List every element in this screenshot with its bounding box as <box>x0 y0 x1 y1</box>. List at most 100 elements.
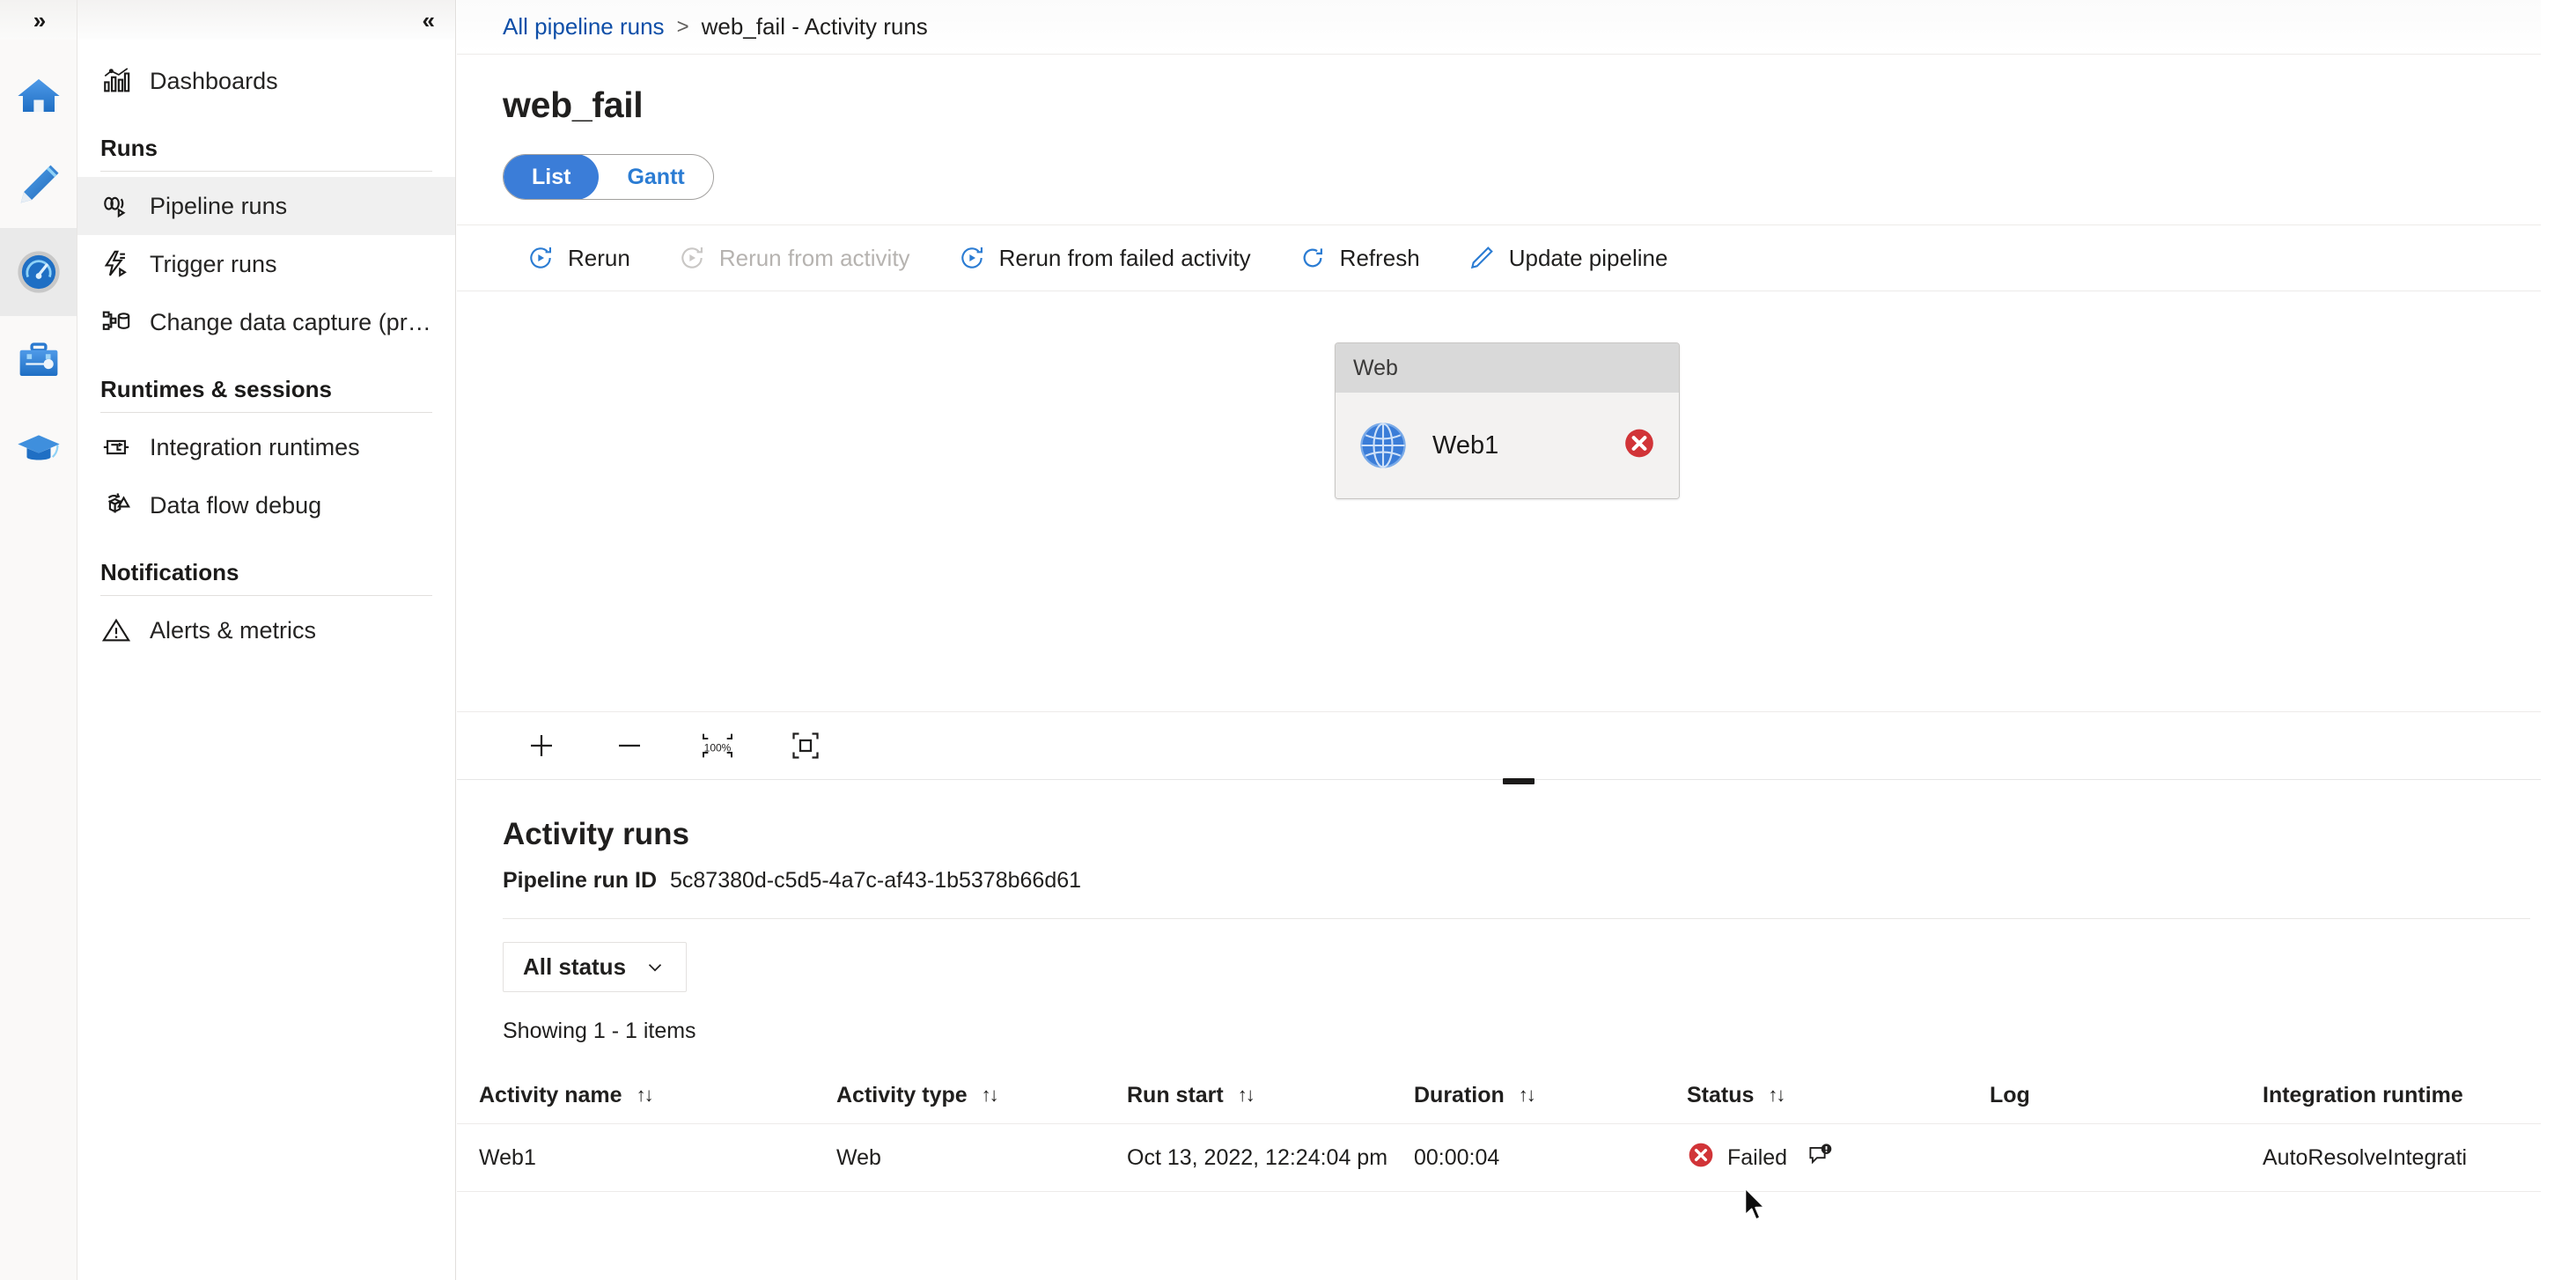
nav-divider <box>100 412 432 413</box>
sort-updown-icon[interactable]: ↑↓ <box>982 1085 999 1105</box>
status-filter-dropdown[interactable]: All status <box>503 942 688 992</box>
nav-collapse-button[interactable]: « <box>77 0 455 40</box>
activity-node-type-label: Web <box>1336 343 1679 393</box>
rerun-from-failed-activity-button[interactable]: Rerun from failed activity <box>934 224 1275 291</box>
refresh-label: Refresh <box>1339 244 1420 271</box>
cell-status: Failed <box>1687 1141 1990 1175</box>
zoom-100-percent-icon: 100% <box>703 733 732 758</box>
sidebar-item-pipeline-runs[interactable]: Pipeline runs <box>77 177 455 235</box>
sort-updown-icon[interactable]: ↑↓ <box>1238 1085 1255 1105</box>
rail-item-home[interactable] <box>0 52 77 140</box>
sidebar-item-trigger-runs[interactable]: Trigger runs <box>77 235 455 293</box>
fit-to-screen-icon <box>792 732 819 759</box>
update-pipeline-button[interactable]: Update pipeline <box>1444 224 1692 291</box>
alerts-metrics-icon <box>100 614 132 646</box>
sidebar-item-change-data-capture[interactable]: Change data capture (previ... <box>77 293 455 351</box>
rerun-from-activity-button: Rerun from activity <box>654 224 934 291</box>
activity-node-name: Web1 <box>1432 430 1499 460</box>
activity-node-web1[interactable]: Web Web1 <box>1335 342 1680 499</box>
integration-runtimes-icon <box>100 431 132 463</box>
chevron-double-left-icon: « <box>422 6 436 33</box>
sidebar-item-label: Dashboards <box>150 67 278 94</box>
change-data-capture-icon <box>100 306 132 338</box>
web-globe-icon <box>1360 423 1406 468</box>
breadcrumb-all-pipeline-runs[interactable]: All pipeline runs <box>503 13 665 40</box>
sidebar-item-dashboards[interactable]: Dashboards <box>77 52 455 110</box>
table-row[interactable]: Web1 Web Oct 13, 2022, 12:24:04 pm 00:00… <box>457 1123 2576 1192</box>
zoom-out-button[interactable] <box>598 719 661 772</box>
failed-error-icon <box>1687 1141 1715 1175</box>
nav-divider <box>100 171 432 172</box>
minus-icon <box>619 744 640 747</box>
rail-item-list <box>0 40 77 492</box>
column-header-integration-runtime[interactable]: Integration runtime <box>2263 1083 2527 1108</box>
showing-items-text: Showing 1 - 1 items <box>503 1019 696 1043</box>
activity-node-body: Web1 <box>1336 393 1679 498</box>
column-label: Duration <box>1414 1082 1505 1107</box>
sidebar-item-integration-runtimes[interactable]: Integration runtimes <box>77 418 455 476</box>
pipeline-run-id-value: 5c87380d-c5d5-4a7c-af43-1b5378b66d61 <box>669 868 1082 893</box>
left-icon-rail: » <box>0 0 77 1280</box>
error-message-bubble-icon[interactable] <box>1807 1142 1833 1174</box>
column-header-status[interactable]: Status ↑↓ <box>1687 1083 1990 1108</box>
rail-item-monitor[interactable] <box>0 228 77 316</box>
rerun-button[interactable]: Rerun <box>503 224 654 291</box>
nav-panel: « Dashboards Runs Pipeline runs Trigger … <box>77 0 456 1280</box>
rail-item-author[interactable] <box>0 140 77 228</box>
chevron-down-icon <box>648 963 662 971</box>
manage-toolbox-icon <box>19 342 57 376</box>
refresh-button[interactable]: Refresh <box>1275 224 1444 291</box>
nav-group-title-runs: Runs <box>100 135 158 161</box>
plus-icon <box>531 735 552 756</box>
sidebar-item-data-flow-debug[interactable]: Data flow debug <box>77 476 455 534</box>
zoom-to-fit-button[interactable] <box>774 719 837 772</box>
breadcrumb-separator-icon: > <box>676 14 689 39</box>
mouse-cursor <box>1742 1187 1769 1230</box>
sidebar-item-label: Trigger runs <box>150 250 277 277</box>
zoom-in-button[interactable] <box>510 719 573 772</box>
canvas-zoom-controls: 100% <box>457 711 2576 784</box>
cell-integration-runtime: AutoResolveIntegrati <box>2263 1144 2468 1170</box>
view-pivot-wrap: List Gantt <box>457 126 2576 200</box>
rerun-icon <box>530 247 552 269</box>
sort-updown-icon[interactable]: ↑↓ <box>1519 1085 1536 1105</box>
sidebar-item-label: Pipeline runs <box>150 192 288 219</box>
activity-runs-heading: Activity runs <box>503 817 689 851</box>
rail-expand-button[interactable]: » <box>0 0 77 40</box>
cell-run-start: Oct 13, 2022, 12:24:04 pm <box>1127 1144 1388 1170</box>
sidebar-item-alerts-metrics[interactable]: Alerts & metrics <box>77 601 455 659</box>
activity-runs-table: Activity name ↑↓ Activity type ↑↓ Run st… <box>457 1067 2576 1192</box>
rerun-from-failed-activity-icon <box>960 247 983 269</box>
cell-activity-type: Web <box>836 1144 881 1170</box>
rerun-label: Rerun <box>568 244 630 271</box>
column-label: Activity name <box>479 1082 622 1107</box>
sidebar-item-label: Alerts & metrics <box>150 616 317 644</box>
column-label: Activity type <box>836 1082 968 1107</box>
activity-runs-section: Activity runs Pipeline run ID 5c87380d-c… <box>457 780 2576 1192</box>
pipeline-canvas[interactable]: Web Web1 <box>457 291 2576 711</box>
sort-updown-icon[interactable]: ↑↓ <box>1768 1085 1785 1105</box>
rail-item-learning-center[interactable] <box>0 404 77 492</box>
zoom-to-100-button[interactable]: 100% <box>686 719 749 772</box>
column-header-activity-type[interactable]: Activity type ↑↓ <box>836 1083 1127 1108</box>
svg-text:100%: 100% <box>704 742 732 754</box>
refresh-icon <box>1303 248 1322 268</box>
pipeline-run-id-label: Pipeline run ID <box>503 868 658 893</box>
column-header-log[interactable]: Log <box>1990 1083 2263 1108</box>
column-header-run-start[interactable]: Run start ↑↓ <box>1127 1083 1414 1108</box>
sidebar-item-label: Integration runtimes <box>150 433 360 460</box>
column-label: Run start <box>1127 1082 1224 1107</box>
dashboards-chart-icon <box>100 65 132 97</box>
column-header-duration[interactable]: Duration ↑↓ <box>1414 1083 1687 1108</box>
rail-item-manage[interactable] <box>0 316 77 404</box>
tab-gantt[interactable]: Gantt <box>599 155 712 199</box>
tab-list[interactable]: List <box>504 155 600 199</box>
column-header-activity-name[interactable]: Activity name ↑↓ <box>479 1083 836 1108</box>
author-pencil-icon <box>20 165 58 203</box>
filter-bar: All status <box>457 919 2576 992</box>
sort-updown-icon[interactable]: ↑↓ <box>637 1085 654 1105</box>
monitor-gauge-icon <box>17 251 60 293</box>
right-clip-area <box>2541 0 2576 1280</box>
column-label: Status <box>1687 1082 1755 1107</box>
nav-group-title-notifications: Notifications <box>100 559 239 585</box>
